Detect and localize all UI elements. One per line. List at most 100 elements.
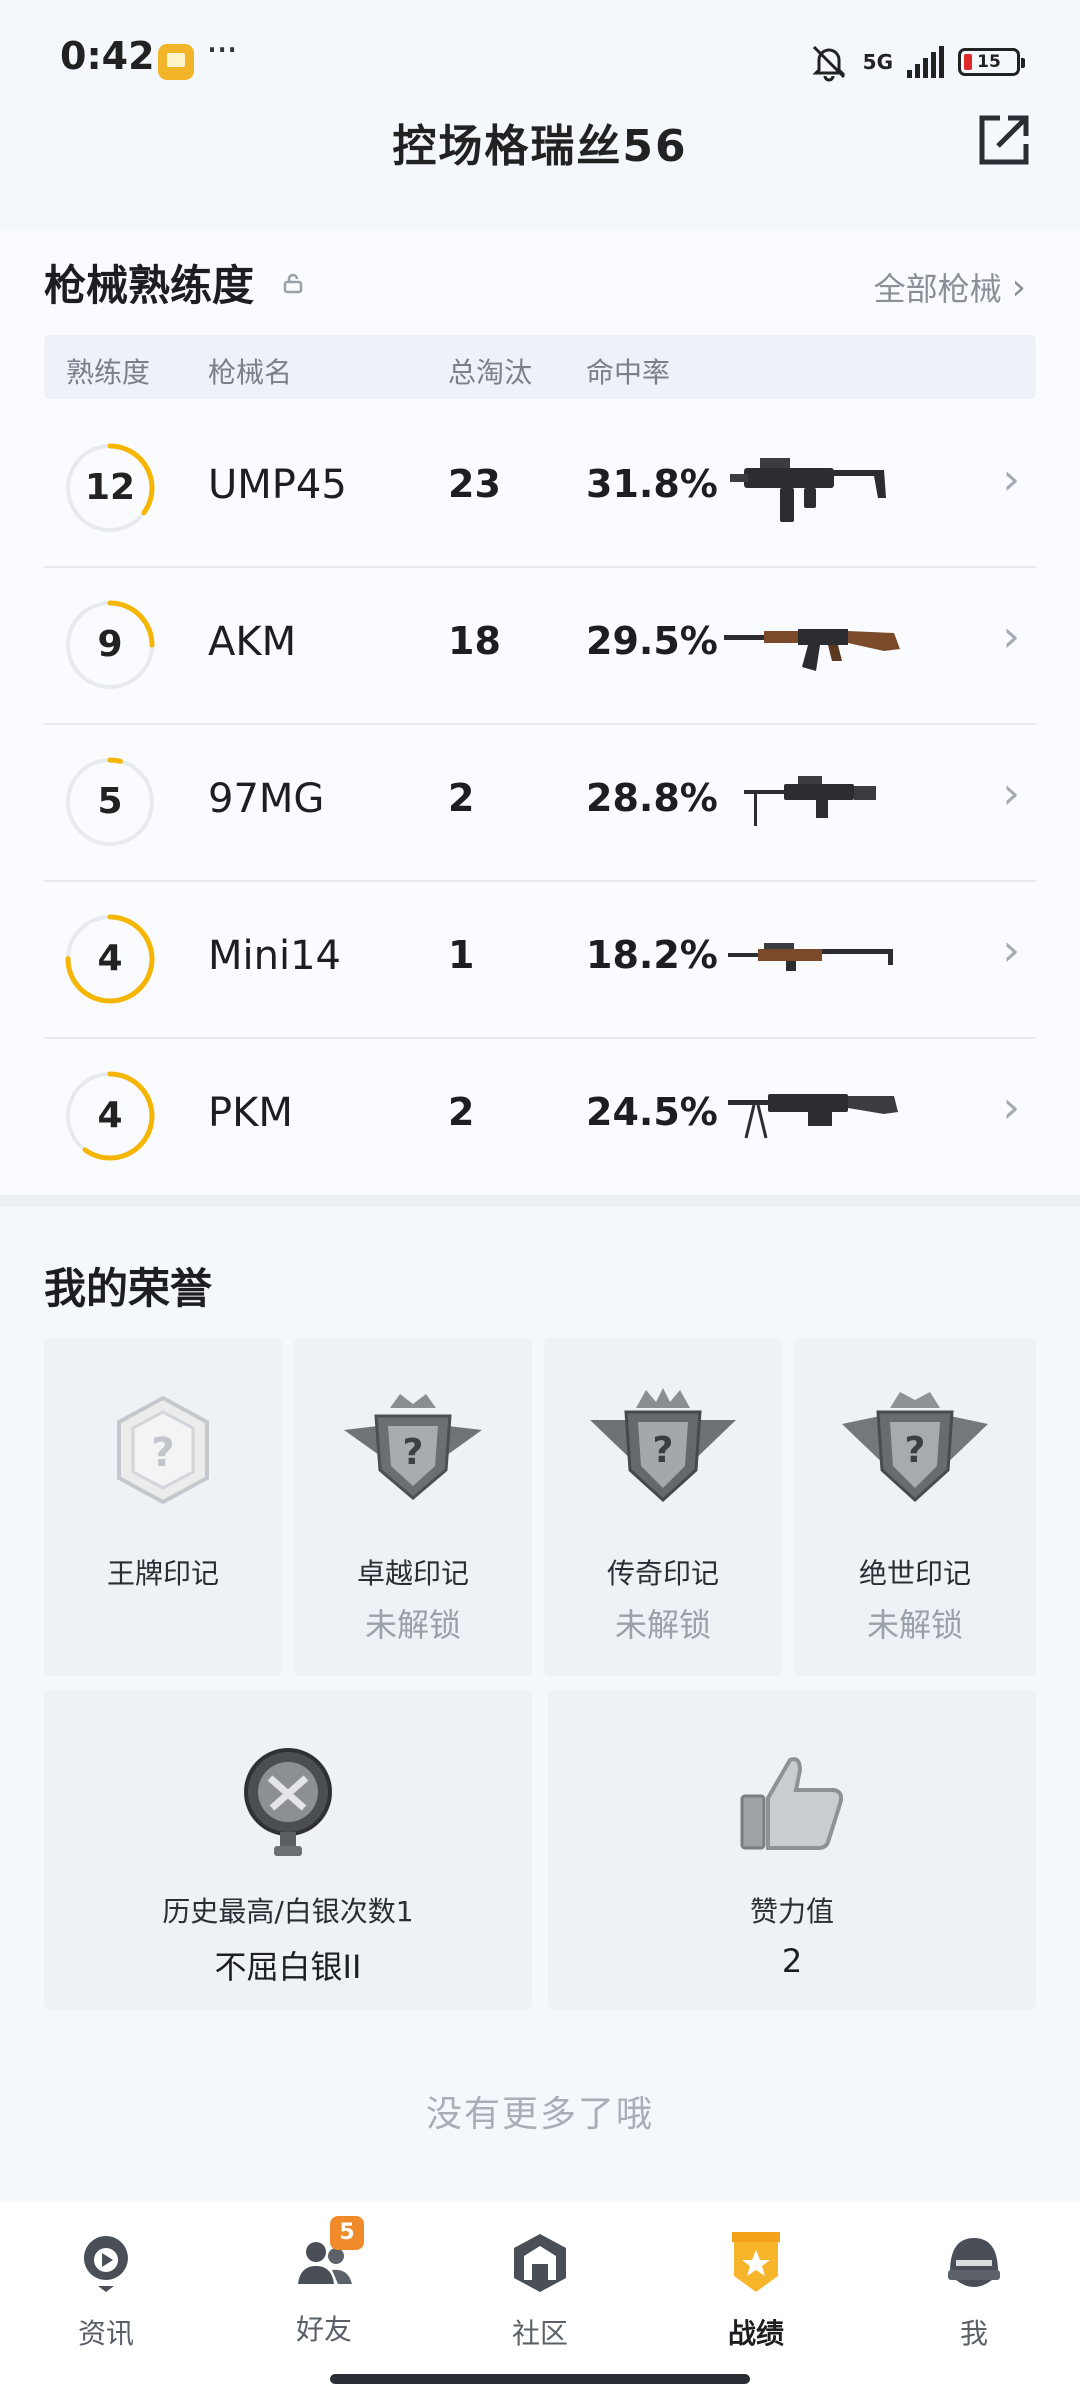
chevron-right-icon: ›	[1002, 925, 1020, 976]
mark-label: 传奇印记	[606, 1557, 719, 1590]
weapon-kills: 23	[448, 462, 501, 506]
weapon-hit-rate: 28.8%	[586, 776, 718, 820]
svg-text:?: ?	[905, 1430, 926, 1471]
all-weapons-link[interactable]: 全部枪械 ›	[874, 264, 1026, 310]
nav-label: 战绩	[727, 2317, 784, 2350]
chevron-right-icon: ›	[1002, 611, 1020, 662]
weapon-name: PKM	[208, 1090, 293, 1136]
battery-icon: 15	[958, 48, 1025, 76]
ump45-image	[730, 458, 886, 522]
mastery-level: 5	[97, 781, 123, 822]
notification-app-icon	[158, 44, 194, 80]
profile-icon	[948, 2238, 1000, 2287]
svg-text:?: ?	[653, 1430, 674, 1471]
honors-title: 我的荣誉	[44, 1264, 213, 1313]
weapon-mastery-title: 枪械熟练度	[44, 261, 255, 310]
news-icon	[83, 2236, 128, 2292]
weapon-hit-rate: 31.8%	[586, 462, 718, 506]
pkm-image	[728, 1094, 898, 1139]
mark-status: 未解锁	[866, 1606, 963, 1644]
nav-label: 我	[959, 2317, 988, 2350]
friends-icon-wrap: 5	[292, 2216, 364, 2294]
weapon-name: AKM	[208, 619, 297, 665]
weapon-row[interactable]: 9 AKM 18 29.5% ›	[44, 567, 1036, 725]
weapon-hit-rate: 18.2%	[586, 933, 718, 977]
battery-level: 15	[977, 52, 1001, 72]
weapon-name: UMP45	[208, 462, 347, 508]
likes-value: 2	[781, 1942, 803, 1980]
chevron-right-icon: ›	[1002, 454, 1020, 505]
weapon-row[interactable]: 5 97MG 2 28.8% ›	[44, 724, 1036, 882]
mini14-image	[728, 943, 893, 971]
share-icon[interactable]	[976, 112, 1032, 168]
column-weapon-name: 枪械名	[208, 356, 293, 389]
column-hit-rate: 命中率	[586, 356, 671, 389]
network-type: 5G	[862, 50, 893, 74]
mark-status: 未解锁	[614, 1606, 711, 1644]
mastery-table-header: 熟练度 枪械名 总淘汰 命中率	[44, 335, 1036, 399]
mastery-level: 4	[97, 1095, 123, 1136]
mastery-level: 9	[97, 624, 123, 665]
peerless-mark-icon: ?	[842, 1392, 988, 1503]
nav-item-community[interactable]: 社区	[470, 2230, 610, 2352]
silver-rank-icon	[244, 1748, 332, 1856]
svg-text:?: ?	[151, 1430, 174, 1476]
chevron-right-icon: ›	[1002, 1082, 1020, 1133]
nav-item-friends[interactable]: 5 好友	[254, 2216, 394, 2348]
mark-status: 未解锁	[364, 1606, 461, 1644]
svg-text:?: ?	[403, 1432, 424, 1473]
home-indicator[interactable]	[330, 2374, 750, 2384]
mark-card-ace[interactable]: ? 王牌印记	[44, 1338, 282, 1676]
weapon-row[interactable]: 12 UMP45 23 31.8% ›	[44, 410, 1036, 568]
nav-item-profile[interactable]: 我	[904, 2230, 1044, 2352]
weapon-name: 97MG	[208, 776, 325, 822]
weapon-row[interactable]: 4 PKM 2 24.5% ›	[44, 1038, 1036, 1194]
rank-value: 不屈白银II	[214, 1948, 362, 1986]
thumbs-up-icon	[740, 1757, 844, 1850]
excellent-mark-icon: ?	[344, 1394, 482, 1500]
bottom-nav: 资讯 5 好友 社区 战绩 我	[0, 2202, 1080, 2400]
rank-label: 历史最高/白银次数1	[162, 1895, 414, 1928]
lock-icon[interactable]	[282, 272, 304, 294]
mark-card-legend[interactable]: ? 传奇印记 未解锁	[544, 1338, 782, 1676]
weapon-kills: 2	[448, 776, 475, 820]
mark-label: 卓越印记	[356, 1557, 469, 1590]
chevron-right-icon: ›	[1011, 266, 1026, 308]
weapon-hit-rate: 24.5%	[586, 1090, 718, 1134]
end-of-list-text: 没有更多了哦	[425, 2094, 654, 2135]
column-mastery: 熟练度	[66, 356, 151, 389]
weapon-kills: 1	[448, 933, 475, 977]
likes-card[interactable]: 赞力值 2	[548, 1690, 1036, 2010]
nav-item-news[interactable]: 资讯	[36, 2230, 176, 2352]
signal-icon	[907, 46, 944, 78]
status-bar: 0:42 ··· 5G 15	[0, 0, 1080, 110]
mark-card-peerless[interactable]: ? 绝世印记 未解锁	[794, 1338, 1036, 1676]
mastery-level: 4	[97, 938, 123, 979]
mark-label: 王牌印记	[106, 1557, 219, 1590]
97mg-image	[744, 776, 876, 826]
weapon-hit-rate: 29.5%	[586, 619, 718, 663]
mark-card-excellent[interactable]: ? 卓越印记 未解锁	[294, 1338, 532, 1676]
nav-label: 资讯	[77, 2317, 134, 2350]
community-icon	[514, 2234, 566, 2292]
nav-item-record[interactable]: 战绩	[686, 2230, 826, 2352]
more-notifications-icon: ···	[206, 28, 238, 72]
chevron-right-icon: ›	[1002, 768, 1020, 819]
all-weapons-label: 全部枪械	[873, 270, 1002, 308]
nav-label: 好友	[295, 2313, 352, 2346]
weapon-kills: 2	[448, 1090, 475, 1134]
record-icon	[732, 2232, 780, 2292]
legend-mark-icon: ?	[590, 1388, 736, 1503]
mark-label: 绝世印记	[858, 1557, 971, 1590]
rank-card[interactable]: 历史最高/白银次数1 不屈白银II	[44, 1690, 532, 2010]
nav-label: 社区	[511, 2317, 568, 2350]
ace-mark-icon: ?	[117, 1395, 209, 1505]
akm-image	[724, 629, 900, 671]
weapon-kills: 18	[448, 619, 501, 663]
friends-badge: 5	[330, 2216, 364, 2250]
weapon-row[interactable]: 4 Mini14 1 18.2% ›	[44, 881, 1036, 1039]
section-divider	[0, 1195, 1080, 1207]
column-kills: 总淘汰	[448, 356, 533, 389]
status-time: 0:42	[60, 34, 155, 78]
mute-icon	[812, 45, 846, 82]
